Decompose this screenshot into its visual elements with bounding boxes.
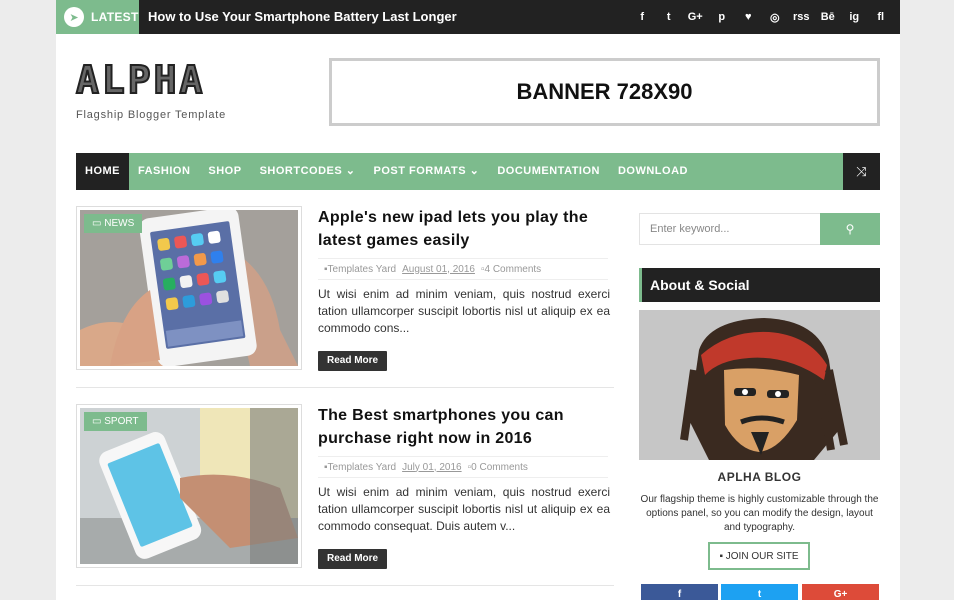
- post-title[interactable]: The Best smartphones you can purchase ri…: [318, 404, 608, 450]
- main-nav: HOME FASHION SHOP SHORTCODES ⌄ POST FORM…: [76, 153, 880, 190]
- facebook-button[interactable]: f: [641, 584, 718, 600]
- join-label: JOIN OUR SITE: [725, 550, 799, 562]
- page-background-left: [0, 0, 56, 600]
- twitter-icon[interactable]: t: [656, 11, 683, 23]
- post-divider: [76, 387, 614, 388]
- post-date[interactable]: August 01, 2016: [402, 264, 475, 275]
- post-comments[interactable]: 0 Comments: [471, 462, 528, 473]
- page-container: ➤ LATEST How to Use Your Smartphone Batt…: [56, 0, 900, 600]
- category-badge[interactable]: ▭ SPORT: [84, 412, 147, 431]
- latest-label-box: ➤ LATEST: [56, 0, 139, 34]
- read-more-button[interactable]: Read More: [318, 549, 388, 569]
- site-logo[interactable]: ALPHA: [75, 57, 205, 103]
- post-excerpt: Ut wisi enim ad minim veniam, quis nostr…: [318, 287, 610, 335]
- rocket-icon: ➤: [64, 7, 84, 27]
- post-card: ▭ SPORT The Best smartphones you can pur…: [76, 404, 614, 574]
- pirate-avatar-illustration: [639, 310, 880, 460]
- shuffle-icon[interactable]: ⤨: [843, 153, 880, 190]
- read-more-button[interactable]: Read More: [318, 351, 388, 371]
- banner-text: BANNER 728X90: [516, 79, 693, 104]
- folder-icon: ▭: [92, 416, 105, 427]
- facebook-icon[interactable]: f: [629, 11, 656, 23]
- search-icon: ⚲: [845, 222, 855, 236]
- nav-item-home[interactable]: HOME: [76, 153, 129, 190]
- nav-item-shop[interactable]: SHOP: [199, 153, 250, 190]
- ipad-photo: ▭ NEWS: [80, 210, 298, 366]
- nav-item-shortcodes[interactable]: SHORTCODES ⌄: [251, 153, 365, 190]
- post-date[interactable]: July 01, 2016: [402, 462, 462, 473]
- nav-item-documentation[interactable]: DOCUMENTATION: [488, 153, 609, 190]
- avatar: [639, 310, 880, 460]
- nav-item-download[interactable]: DOWNLOAD: [609, 153, 697, 190]
- top-social-icons: f t G+ p ♥ ◎ rss Bē ig fl: [629, 0, 894, 34]
- post-thumbnail[interactable]: ▭ NEWS: [76, 206, 302, 370]
- join-our-site-button[interactable]: ▪ JOIN OUR SITE: [708, 542, 810, 570]
- google-plus-button[interactable]: G+: [802, 584, 879, 600]
- category-label: SPORT: [104, 416, 139, 427]
- post-excerpt: Ut wisi enim ad minim veniam, quis nostr…: [318, 485, 610, 533]
- search-button[interactable]: ⚲: [820, 213, 880, 245]
- folder-icon: ▭: [92, 218, 105, 229]
- post-card: ▭ NEWS Apple's new ipad lets you play th…: [76, 206, 614, 376]
- nav-item-post-formats[interactable]: POST FORMATS ⌄: [364, 153, 488, 190]
- site-tagline: Flagship Blogger Template: [76, 109, 227, 121]
- category-badge[interactable]: ▭ NEWS: [84, 214, 143, 233]
- blog-name: APLHA BLOG: [717, 470, 802, 484]
- google-plus-icon[interactable]: G+: [682, 11, 709, 23]
- widget-title: About & Social: [639, 268, 880, 302]
- post-divider: [76, 585, 614, 586]
- post-author[interactable]: Templates Yard: [328, 264, 397, 275]
- ticker-link[interactable]: How to Use Your Smartphone Battery Last …: [148, 0, 457, 34]
- post-comments[interactable]: 4 Comments: [485, 264, 542, 275]
- ipad-illustration: [80, 210, 298, 366]
- category-label: NEWS: [104, 218, 135, 229]
- rss-icon[interactable]: rss: [788, 11, 815, 23]
- latest-label: LATEST: [91, 10, 139, 24]
- smartphone-illustration: [80, 408, 298, 564]
- post-meta: ▪ Templates Yard August 01, 2016 ▫ 4 Com…: [318, 258, 608, 280]
- ad-banner[interactable]: BANNER 728X90: [329, 58, 880, 126]
- pinterest-icon[interactable]: p: [709, 11, 736, 23]
- nav-item-fashion[interactable]: FASHION: [129, 153, 199, 190]
- post-title[interactable]: Apple's new ipad lets you play the lates…: [318, 206, 608, 252]
- dribbble-icon[interactable]: ◎: [762, 11, 789, 24]
- instagram-icon[interactable]: ig: [841, 11, 868, 23]
- twitter-button[interactable]: t: [721, 584, 798, 600]
- smartphone-photo: ▭ SPORT: [80, 408, 298, 564]
- post-author[interactable]: Templates Yard: [328, 462, 397, 473]
- post-meta: ▪ Templates Yard July 01, 2016 ▫ 0 Comme…: [318, 456, 608, 478]
- top-bar: ➤ LATEST How to Use Your Smartphone Batt…: [56, 0, 900, 34]
- heart-icon[interactable]: ♥: [735, 11, 762, 23]
- post-thumbnail[interactable]: ▭ SPORT: [76, 404, 302, 568]
- behance-icon[interactable]: Bē: [815, 11, 842, 23]
- page-background-right: [900, 0, 954, 600]
- search-input[interactable]: Enter keyword...: [639, 213, 821, 245]
- blog-description: Our flagship theme is highly customizabl…: [640, 494, 879, 533]
- flickr-icon[interactable]: fl: [868, 11, 895, 23]
